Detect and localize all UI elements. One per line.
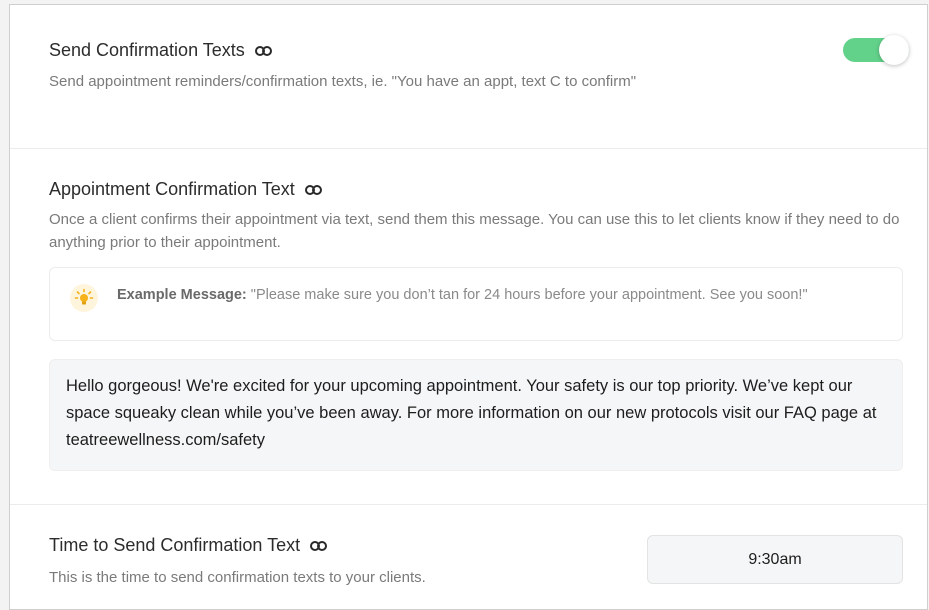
send-time-description: This is the time to send confirmation te… [49, 569, 426, 586]
example-message-label: Example Message: [117, 287, 247, 303]
confirmation-texts-title-label: Send Confirmation Texts [49, 40, 245, 60]
appointment-confirmation-title-label: Appointment Confirmation Text [49, 179, 295, 199]
confirmation-texts-title: Send Confirmation Texts [49, 40, 273, 61]
confirmation-texts-description: Send appointment reminders/confirmation … [49, 73, 637, 90]
send-time-input[interactable]: 9:30am [647, 535, 903, 584]
example-message-box: Example Message: "Please make sure you d… [49, 267, 903, 341]
appointment-confirmation-description: Once a client confirms their appointment… [49, 211, 900, 251]
section-divider [10, 148, 927, 149]
settings-panel: Send Confirmation Texts Send appointment… [9, 4, 928, 610]
appointment-confirmation-title: Appointment Confirmation Text [49, 179, 323, 200]
lightbulb-icon [70, 284, 98, 312]
confirmation-texts-toggle[interactable] [843, 35, 909, 65]
send-time-title-label: Time to Send Confirmation Text [49, 535, 301, 555]
toggle-knob [879, 35, 909, 65]
link-icon[interactable] [254, 45, 273, 56]
example-message-text: Example Message: "Please make sure you d… [117, 284, 877, 306]
send-time-title: Time to Send Confirmation Text [49, 535, 328, 556]
link-icon[interactable] [304, 184, 323, 195]
section-divider [10, 504, 927, 505]
example-message-content: "Please make sure you don’t tan for 24 h… [250, 287, 808, 303]
confirmation-message-textarea[interactable]: Hello gorgeous! We're excited for your u… [49, 359, 903, 471]
link-icon[interactable] [310, 540, 328, 551]
